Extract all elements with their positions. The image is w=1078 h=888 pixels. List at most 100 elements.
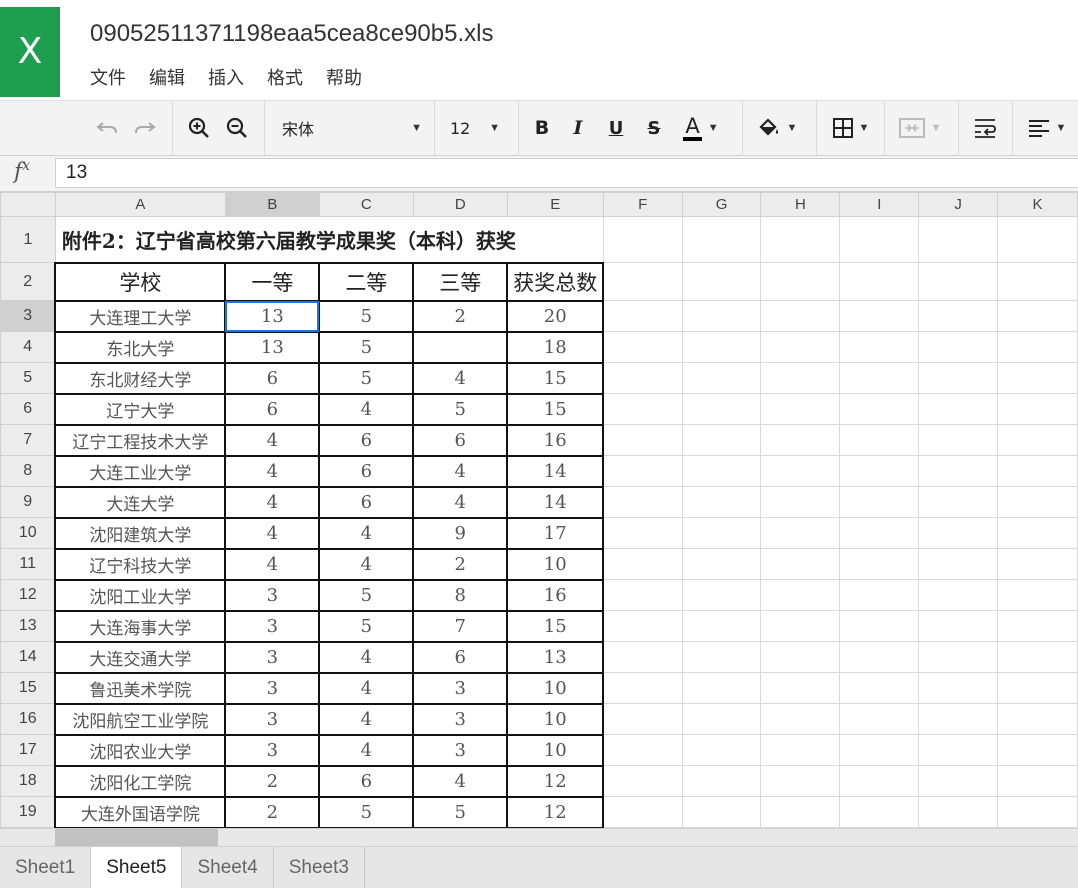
header-cell[interactable]: 二等 xyxy=(318,261,415,302)
grid-cell[interactable] xyxy=(681,331,762,363)
sheet-tab-sheet4[interactable]: Sheet4 xyxy=(182,847,274,888)
school-cell[interactable]: 沈阳工业大学 xyxy=(54,578,227,612)
grid-cell[interactable] xyxy=(997,517,1078,549)
count-cell[interactable]: 5 xyxy=(318,795,415,828)
font-family-select[interactable]: 宋体 ▼ xyxy=(282,101,422,155)
count-cell[interactable]: 5 xyxy=(318,330,415,364)
grid-cell[interactable] xyxy=(839,610,920,642)
grid-cell[interactable] xyxy=(760,734,841,766)
grid-cell[interactable] xyxy=(839,579,920,611)
align-button[interactable]: ▼ xyxy=(1022,101,1072,155)
grid-cell[interactable] xyxy=(602,424,683,456)
grid-cell[interactable] xyxy=(602,703,683,735)
count-cell[interactable]: 16 xyxy=(506,423,605,457)
underline-button[interactable]: U xyxy=(602,101,630,155)
grid-cell[interactable] xyxy=(760,216,841,263)
column-header-c[interactable]: C xyxy=(318,192,414,217)
count-cell[interactable]: 9 xyxy=(412,516,509,550)
grid-cell[interactable] xyxy=(681,734,762,766)
count-cell[interactable]: 3 xyxy=(224,702,321,736)
strikethrough-button[interactable]: S xyxy=(640,101,668,155)
grid-cell[interactable] xyxy=(997,393,1078,425)
grid-cell[interactable] xyxy=(997,703,1078,735)
count-cell[interactable]: 6 xyxy=(412,423,509,457)
grid-cell[interactable] xyxy=(839,517,920,549)
school-cell[interactable]: 鲁迅美术学院 xyxy=(54,671,227,705)
count-cell[interactable]: 13 xyxy=(224,330,321,364)
count-cell[interactable]: 3 xyxy=(224,578,321,612)
grid-cell[interactable] xyxy=(681,579,762,611)
grid-cell[interactable] xyxy=(997,548,1078,580)
grid-cell[interactable] xyxy=(997,579,1078,611)
column-header-k[interactable]: K xyxy=(997,192,1078,217)
row-header[interactable]: 8 xyxy=(0,455,56,487)
count-cell[interactable]: 20 xyxy=(506,299,605,333)
count-cell[interactable]: 6 xyxy=(318,423,415,457)
grid-cell[interactable] xyxy=(918,796,999,828)
count-cell[interactable]: 4 xyxy=(224,485,321,519)
grid-cell[interactable] xyxy=(918,610,999,642)
grid-cell[interactable] xyxy=(918,672,999,704)
school-cell[interactable]: 大连大学 xyxy=(54,485,227,519)
grid-cell[interactable] xyxy=(997,455,1078,487)
fill-color-button[interactable]: ▼ xyxy=(754,101,800,155)
grid-cell[interactable] xyxy=(681,393,762,425)
row-header[interactable]: 11 xyxy=(0,548,56,580)
grid-cell[interactable] xyxy=(839,393,920,425)
column-header-d[interactable]: D xyxy=(412,192,508,217)
column-header-a[interactable]: A xyxy=(54,192,226,217)
grid-cell[interactable] xyxy=(681,517,762,549)
sheet-tab-sheet3[interactable]: Sheet3 xyxy=(274,847,365,888)
school-cell[interactable]: 沈阳航空工业学院 xyxy=(54,702,227,736)
grid-cell[interactable] xyxy=(997,362,1078,394)
grid-cell[interactable] xyxy=(760,703,841,735)
count-cell[interactable]: 3 xyxy=(224,671,321,705)
count-cell[interactable]: 4 xyxy=(224,547,321,581)
row-header[interactable]: 7 xyxy=(0,424,56,456)
count-cell[interactable]: 2 xyxy=(224,764,321,798)
row-header[interactable]: 2 xyxy=(0,262,56,301)
school-cell[interactable]: 大连海事大学 xyxy=(54,609,227,643)
grid-cell[interactable] xyxy=(602,765,683,797)
count-cell[interactable]: 6 xyxy=(318,454,415,488)
grid-cell[interactable] xyxy=(602,300,683,332)
grid-cell[interactable] xyxy=(918,262,999,301)
select-all-corner[interactable] xyxy=(0,192,56,217)
count-cell[interactable]: 14 xyxy=(506,454,605,488)
grid-cell[interactable] xyxy=(681,455,762,487)
school-cell[interactable]: 大连理工大学 xyxy=(54,299,227,333)
count-cell[interactable]: 10 xyxy=(506,733,605,767)
grid-cell[interactable] xyxy=(997,765,1078,797)
grid-cell[interactable] xyxy=(760,393,841,425)
count-cell[interactable]: 3 xyxy=(412,702,509,736)
redo-icon[interactable] xyxy=(128,101,162,155)
grid-cell[interactable] xyxy=(918,362,999,394)
grid-cell[interactable] xyxy=(918,393,999,425)
row-header[interactable]: 4 xyxy=(0,331,56,363)
count-cell[interactable]: 5 xyxy=(318,609,415,643)
grid-cell[interactable] xyxy=(681,300,762,332)
column-header-f[interactable]: F xyxy=(602,192,683,217)
count-cell[interactable]: 5 xyxy=(318,361,415,395)
row-header[interactable]: 1 xyxy=(0,216,56,263)
italic-button[interactable]: I xyxy=(564,101,592,155)
row-header[interactable]: 9 xyxy=(0,486,56,518)
row-header[interactable]: 19 xyxy=(0,796,56,828)
count-cell[interactable]: 2 xyxy=(412,547,509,581)
count-cell[interactable]: 14 xyxy=(506,485,605,519)
count-cell[interactable]: 4 xyxy=(224,423,321,457)
grid-cell[interactable] xyxy=(839,486,920,518)
row-header[interactable]: 5 xyxy=(0,362,56,394)
count-cell[interactable]: 4 xyxy=(318,640,415,674)
row-header[interactable]: 10 xyxy=(0,517,56,549)
school-cell[interactable]: 东北财经大学 xyxy=(54,361,227,395)
grid-cell[interactable] xyxy=(839,734,920,766)
grid-cell[interactable] xyxy=(602,548,683,580)
count-cell[interactable]: 17 xyxy=(506,516,605,550)
count-cell[interactable]: 10 xyxy=(506,671,605,705)
count-cell[interactable]: 4 xyxy=(224,454,321,488)
count-cell[interactable]: 6 xyxy=(224,392,321,426)
font-size-select[interactable]: 12 ▼ xyxy=(450,101,500,155)
menu-format[interactable]: 格式 xyxy=(267,64,303,90)
count-cell[interactable]: 15 xyxy=(506,361,605,395)
